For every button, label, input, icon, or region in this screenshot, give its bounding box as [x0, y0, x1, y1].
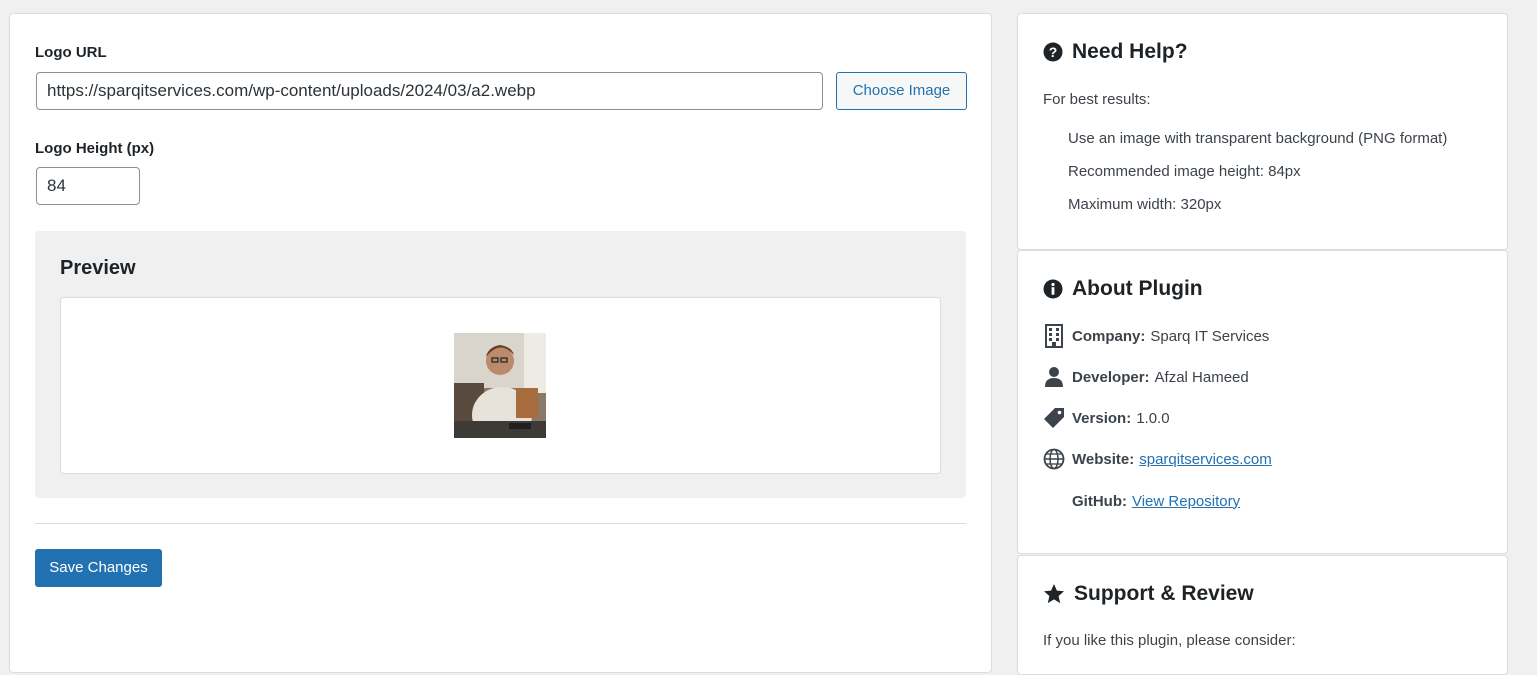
developer-label: Developer: [1072, 368, 1150, 386]
star-icon [1044, 584, 1064, 604]
company-row: Company: Sparq IT Services [1043, 324, 1269, 348]
company-label: Company: [1072, 327, 1146, 345]
help-tip: Use an image with transparent background… [1068, 130, 1448, 147]
preview-frame [60, 297, 941, 474]
settings-panel: Logo URL https://sparqitservices.com/wp-… [9, 13, 992, 673]
logo-height-input[interactable]: 84 [36, 167, 140, 205]
user-icon [1043, 365, 1065, 389]
building-icon [1043, 324, 1065, 348]
globe-icon [1043, 447, 1065, 471]
help-title: Need Help? [1072, 40, 1188, 63]
github-label: GitHub: [1072, 492, 1127, 510]
website-row: Website: sparqitservices.com [1043, 447, 1272, 471]
website-link[interactable]: sparqitservices.com [1139, 451, 1272, 468]
help-intro: For best results: [1043, 91, 1151, 108]
support-intro: If you like this plugin, please consider… [1043, 632, 1296, 649]
support-title: Support & Review [1074, 582, 1254, 605]
preview-section: Preview [35, 231, 966, 498]
divider [35, 523, 966, 524]
about-panel: About Plugin Company: Sparq IT Services … [1017, 250, 1508, 554]
version-value: 1.0.0 [1136, 409, 1170, 427]
about-title: About Plugin [1072, 277, 1203, 300]
help-tip: Maximum width: 320px [1068, 196, 1222, 213]
version-row: Version: 1.0.0 [1043, 406, 1170, 430]
logo-preview-image [454, 333, 546, 438]
website-label: Website: [1072, 450, 1135, 468]
support-panel: Support & Review If you like this plugin… [1017, 555, 1508, 675]
company-value: Sparq IT Services [1150, 327, 1270, 345]
logo-height-label: Logo Height (px) [35, 140, 155, 157]
svg-text:?: ? [1049, 44, 1058, 60]
help-panel: ? Need Help? For best results: Use an im… [1017, 13, 1508, 250]
question-circle-icon: ? [1043, 42, 1063, 62]
github-icon [1043, 489, 1065, 513]
logo-url-label: Logo URL [35, 44, 107, 61]
save-changes-button[interactable]: Save Changes [35, 549, 162, 587]
github-row: GitHub: View Repository [1043, 489, 1240, 513]
support-header: Support & Review [1043, 582, 1254, 606]
info-circle-icon [1043, 279, 1063, 299]
tag-icon [1043, 406, 1065, 430]
help-tip: Recommended image height: 84px [1068, 163, 1301, 180]
preview-title: Preview [60, 257, 136, 279]
logo-url-input[interactable]: https://sparqitservices.com/wp-content/u… [36, 72, 823, 110]
github-link[interactable]: View Repository [1132, 493, 1240, 510]
version-label: Version: [1072, 409, 1132, 427]
developer-value: Afzal Hameed [1154, 368, 1249, 386]
help-header: ? Need Help? [1043, 40, 1188, 64]
developer-row: Developer: Afzal Hameed [1043, 365, 1249, 389]
about-header: About Plugin [1043, 277, 1203, 301]
choose-image-button[interactable]: Choose Image [836, 72, 967, 110]
